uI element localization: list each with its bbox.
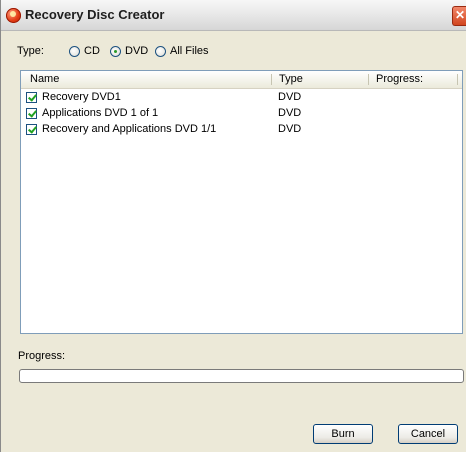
column-header-name[interactable]: Name xyxy=(25,71,272,88)
cancel-button[interactable]: Cancel xyxy=(398,424,458,444)
column-divider[interactable] xyxy=(457,74,458,85)
item-type: DVD xyxy=(278,107,302,119)
radio-cd-dot[interactable] xyxy=(69,46,80,57)
burn-button[interactable]: Burn xyxy=(313,424,373,444)
recovery-icon xyxy=(6,8,21,23)
progress-bar xyxy=(19,369,464,383)
radio-all-files-label: All Files xyxy=(170,45,209,57)
item-checkbox[interactable] xyxy=(26,124,37,135)
radio-all-files-dot[interactable] xyxy=(155,46,166,57)
item-checkbox[interactable] xyxy=(26,108,37,119)
list-item[interactable]: Recovery DVD1 DVD xyxy=(21,90,462,106)
title-bar[interactable]: Recovery Disc Creator ✕ xyxy=(1,0,466,31)
column-divider[interactable] xyxy=(368,74,369,85)
progress-label: Progress: xyxy=(18,350,66,362)
radio-cd-label: CD xyxy=(84,45,100,57)
list-item[interactable]: Recovery and Applications DVD 1/1 DVD xyxy=(21,122,462,138)
recovery-disc-creator-window: Recovery Disc Creator ✕ Type: CD DVD All… xyxy=(0,0,466,452)
column-header-progress[interactable]: Progress: xyxy=(371,71,459,88)
item-type: DVD xyxy=(278,91,302,103)
window-title: Recovery Disc Creator xyxy=(25,7,165,22)
column-divider[interactable] xyxy=(271,74,272,85)
disc-list[interactable]: Name Type Progress: Recovery DVD1 DVD Ap… xyxy=(20,70,463,334)
item-type: DVD xyxy=(278,123,302,135)
item-name: Recovery and Applications DVD 1/1 xyxy=(42,123,217,135)
item-name: Applications DVD 1 of 1 xyxy=(42,107,159,119)
radio-dvd-label: DVD xyxy=(125,45,149,57)
column-header-type[interactable]: Type xyxy=(274,71,369,88)
list-item[interactable]: Applications DVD 1 of 1 DVD xyxy=(21,106,462,122)
list-header: Name Type Progress: xyxy=(21,71,462,89)
close-button[interactable]: ✕ xyxy=(452,6,466,26)
item-name: Recovery DVD1 xyxy=(42,91,121,103)
radio-dvd-dot[interactable] xyxy=(110,46,121,57)
type-label: Type: xyxy=(17,45,44,57)
item-checkbox[interactable] xyxy=(26,92,37,103)
